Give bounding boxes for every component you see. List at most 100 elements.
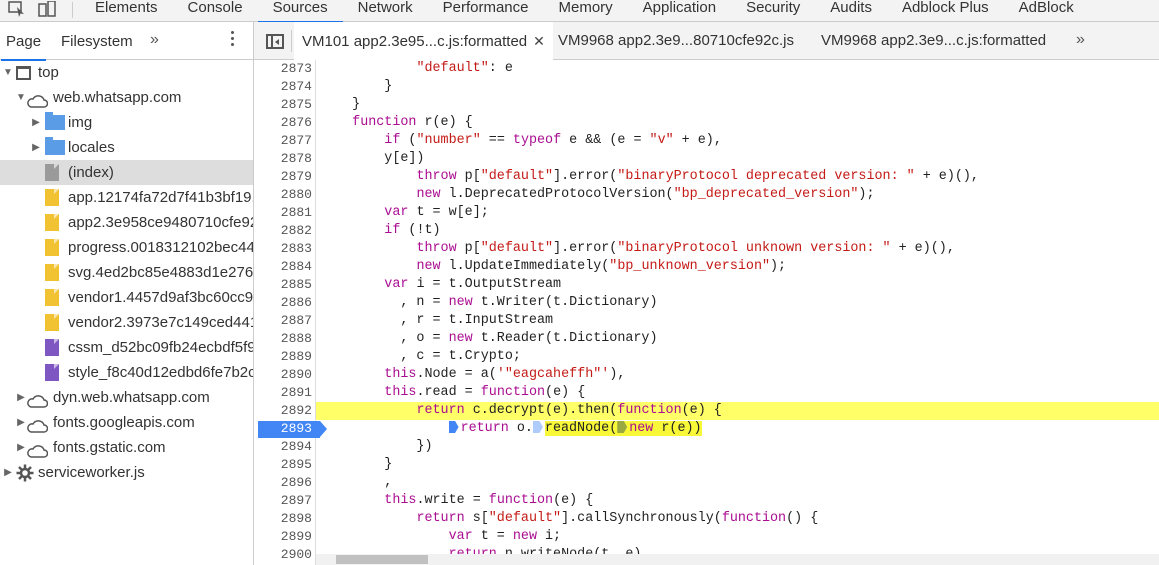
collapsed-arrow-icon[interactable]: ▶ xyxy=(30,110,42,135)
code-line: var t = w[e]; xyxy=(384,205,489,220)
tab-adblock-plus[interactable]: Adblock Plus xyxy=(887,0,1004,22)
tree-item[interactable]: style_f8c40d12edbd6fe7b2c.css xyxy=(0,360,253,385)
tree-item-label: dyn.web.whatsapp.com xyxy=(53,389,210,406)
tree-item[interactable]: ▶ img xyxy=(0,110,253,135)
line-number[interactable]: 2900 xyxy=(254,546,312,564)
cloud-icon xyxy=(26,416,49,433)
code-line: , r = t.InputStream xyxy=(320,313,554,328)
tree-item[interactable]: ▼ top xyxy=(0,60,253,85)
line-number[interactable]: 2883 xyxy=(254,240,312,258)
expanded-arrow-icon[interactable]: ▼ xyxy=(2,60,14,85)
device-toolbar-icon[interactable] xyxy=(38,1,56,17)
line-number[interactable]: 2887 xyxy=(254,312,312,330)
line-number[interactable]: 2897 xyxy=(254,492,312,510)
tree-item-label: top xyxy=(38,64,59,81)
line-number[interactable]: 2894 xyxy=(254,438,312,456)
scrollbar-thumb[interactable] xyxy=(336,555,428,564)
file-icon-yellow xyxy=(45,239,59,256)
tree-item[interactable]: svg.4ed2bc85e4883d1e276a.js xyxy=(0,260,253,285)
tree-item-label: fonts.gstatic.com xyxy=(53,439,166,456)
tree-item[interactable]: progress.0018312102bec447.js xyxy=(0,235,253,260)
more-tabs-chevron-icon[interactable]: » xyxy=(150,31,159,49)
line-number[interactable]: 2876 xyxy=(254,114,312,132)
close-tab-icon[interactable]: ✕ xyxy=(533,33,545,49)
tab-performance[interactable]: Performance xyxy=(428,0,544,22)
tree-item-label: vendor1.4457d9af3bc60cc9a.js xyxy=(68,289,254,306)
code-editor[interactable]: 2873 2874 2875 2876 2877 2878 2879 2880 2881 2882… xyxy=(254,60,1159,565)
line-number[interactable]: 2898 xyxy=(254,510,312,528)
collapsed-arrow-icon[interactable]: ▶ xyxy=(2,460,14,485)
editor-tab-active[interactable]: VM101 app2.3e95...c.js:formatted ✕ xyxy=(294,22,553,60)
line-number-gutter[interactable]: 2873 2874 2875 2876 2877 2878 2879 2880 2881 2882… xyxy=(254,60,327,565)
line-number[interactable]: 2888 xyxy=(254,330,312,348)
tab-security[interactable]: Security xyxy=(731,0,815,22)
tree-item[interactable]: cssm_d52bc09fb24ecbdf5f9.css xyxy=(0,335,253,360)
kebab-menu-icon[interactable] xyxy=(231,31,235,49)
line-number[interactable]: 2899 xyxy=(254,528,312,546)
code-line: new l.UpdateImmediately("bp_unknown_vers… xyxy=(416,259,787,274)
tree-item[interactable]: ▶ fonts.googleapis.com xyxy=(0,410,253,435)
file-icon-yellow xyxy=(45,189,59,206)
editor-tab[interactable]: VM9968 app2.3e9...c.js:formatted xyxy=(821,22,1046,60)
line-number[interactable]: 2889 xyxy=(254,348,312,366)
line-number[interactable]: 2873 xyxy=(254,60,312,78)
frame-icon xyxy=(16,66,31,80)
tab-network[interactable]: Network xyxy=(343,0,428,22)
line-number[interactable]: 2874 xyxy=(254,78,312,96)
line-number[interactable]: 2882 xyxy=(254,222,312,240)
line-number[interactable]: 2896 xyxy=(254,474,312,492)
line-number[interactable]: 2893 xyxy=(254,420,312,438)
file-icon-purple xyxy=(45,364,59,381)
line-number[interactable]: 2881 xyxy=(254,204,312,222)
tab-adblock[interactable]: AdBlock xyxy=(1004,0,1089,22)
tabs-overflow-chevron-icon[interactable]: » xyxy=(1076,31,1085,49)
tree-item[interactable]: ▶ serviceworker.js xyxy=(0,460,253,485)
code-line: throw p["default"].error("binaryProtocol… xyxy=(416,169,979,184)
tree-item-label: cssm_d52bc09fb24ecbdf5f9.css xyxy=(68,339,254,356)
code-line: } xyxy=(320,97,361,112)
gear-icon xyxy=(16,464,34,482)
line-number[interactable]: 2886 xyxy=(254,294,312,312)
line-number[interactable]: 2885 xyxy=(254,276,312,294)
code-line: , o = new t.Reader(t.Dictionary) xyxy=(320,331,658,346)
tree-item[interactable]: ▶ fonts.gstatic.com xyxy=(0,435,253,460)
tree-item[interactable]: ▶ locales xyxy=(0,135,253,160)
tab-sources[interactable]: Sources xyxy=(257,0,343,23)
line-number[interactable]: 2892 xyxy=(254,402,312,420)
toggle-navigator-icon[interactable] xyxy=(266,34,284,49)
line-number[interactable]: 2890 xyxy=(254,366,312,384)
line-number[interactable]: 2880 xyxy=(254,186,312,204)
inspect-element-icon[interactable] xyxy=(8,1,26,17)
collapsed-arrow-icon[interactable]: ▶ xyxy=(30,135,42,160)
tree-item[interactable]: (index) xyxy=(0,160,253,185)
tree-item[interactable]: ▶ dyn.web.whatsapp.com xyxy=(0,385,253,410)
editor-tab-label: VM9968 app2.3e9...80710cfe92c.js xyxy=(558,32,795,49)
line-number[interactable]: 2878 xyxy=(254,150,312,168)
line-number[interactable]: 2895 xyxy=(254,456,312,474)
tab-console[interactable]: Console xyxy=(173,0,258,22)
code-line: this.write = function(e) { xyxy=(384,493,594,508)
tab-filesystem[interactable]: Filesystem xyxy=(61,33,133,50)
code-line: return o. readNode(new r(e)) xyxy=(320,420,702,438)
line-number[interactable]: 2877 xyxy=(254,132,312,150)
line-number[interactable]: 2875 xyxy=(254,96,312,114)
tab-memory[interactable]: Memory xyxy=(544,0,628,22)
tree-item[interactable]: app.12174fa72d7f41b3bf19.js xyxy=(0,185,253,210)
tab-audits[interactable]: Audits xyxy=(815,0,887,22)
editor-tab[interactable]: VM9968 app2.3e9...80710cfe92c.js xyxy=(558,22,794,60)
editor-tab-label: VM9968 app2.3e9...c.js:formatted xyxy=(821,32,1047,49)
tree-item[interactable]: ▼ web.whatsapp.com xyxy=(0,85,253,110)
file-icon-purple xyxy=(45,339,59,356)
tab-elements[interactable]: Elements xyxy=(80,0,173,22)
line-number[interactable]: 2879 xyxy=(254,168,312,186)
tab-page[interactable]: Page xyxy=(0,33,47,61)
code-line: this.read = function(e) { xyxy=(384,385,586,400)
tree-item[interactable]: vendor1.4457d9af3bc60cc9a.js xyxy=(0,285,253,310)
tree-item[interactable]: app2.3e958ce9480710cfe92c.js xyxy=(0,210,253,235)
tab-application[interactable]: Application xyxy=(628,0,731,22)
horizontal-scrollbar[interactable] xyxy=(316,554,1159,565)
line-number[interactable]: 2884 xyxy=(254,258,312,276)
line-number[interactable]: 2891 xyxy=(254,384,312,402)
tree-item-label: style_f8c40d12edbd6fe7b2c.css xyxy=(68,364,254,381)
tree-item[interactable]: vendor2.3973e7c149ced441.js xyxy=(0,310,253,335)
